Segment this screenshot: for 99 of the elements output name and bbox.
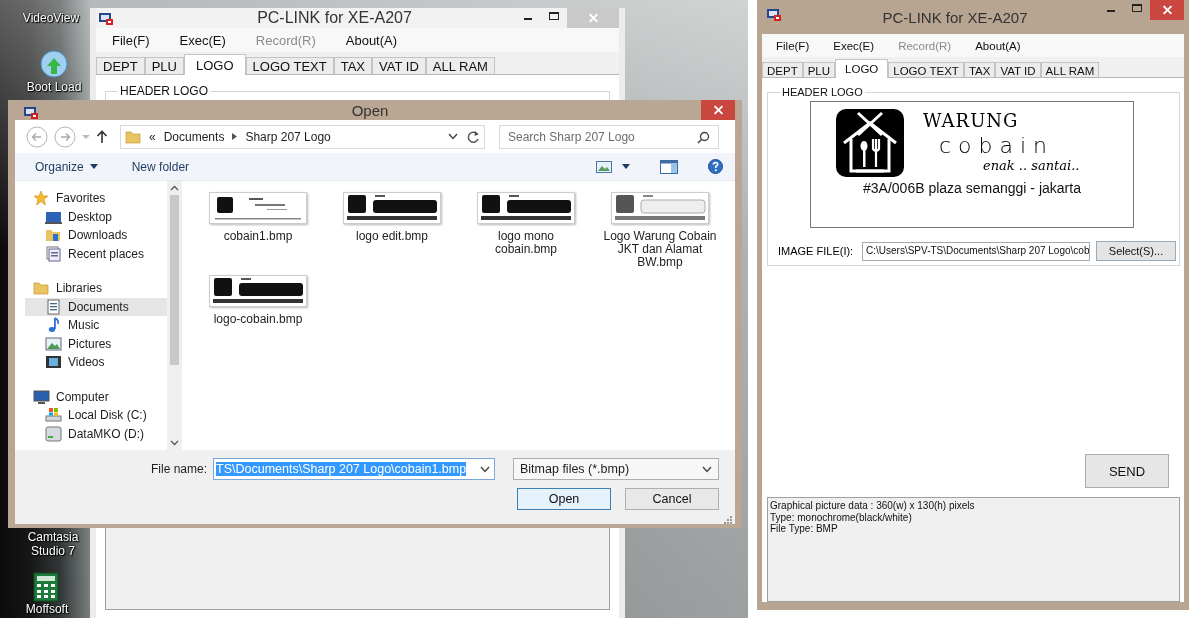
desktop-icon-label[interactable]: Camtasia Studio 7 bbox=[16, 530, 90, 558]
tab[interactable]: DEPT bbox=[96, 57, 145, 74]
open-button[interactable]: Open bbox=[517, 488, 611, 510]
group-title: HEADER LOGO bbox=[781, 86, 864, 98]
nav-item[interactable]: Favorites bbox=[25, 189, 167, 208]
caret-icon bbox=[702, 465, 712, 473]
file-item[interactable]: logo-cobain.bmp bbox=[191, 275, 325, 358]
breadcrumb-item[interactable]: « bbox=[149, 129, 156, 144]
menu-item[interactable]: File(F) bbox=[112, 32, 150, 48]
info-line: File Type: BMP bbox=[770, 523, 839, 535]
close-button[interactable] bbox=[701, 100, 735, 120]
nav-item[interactable]: Desktop bbox=[25, 207, 167, 226]
logo-address: #3A/006B plaza semanggi - jakarta bbox=[863, 180, 1081, 196]
tab[interactable]: LOGO TEXT bbox=[888, 62, 964, 77]
file-type-dropdown[interactable]: Bitmap files (*.bmp) bbox=[513, 458, 719, 480]
toolbar-button[interactable]: New folder bbox=[131, 159, 190, 174]
file-item[interactable]: Logo Warung Cobain JKT dan Alamat BW.bmp bbox=[593, 192, 727, 275]
resize-grip-icon bbox=[724, 516, 732, 524]
nav-item[interactable]: Documents bbox=[25, 297, 167, 316]
address-bar[interactable]: « Documents Sharp 207 Logo bbox=[120, 124, 485, 149]
info-line: Graphical picture data : 360(w) x 130(h) pixels bbox=[770, 500, 976, 512]
star-icon bbox=[33, 190, 50, 207]
drive-icon bbox=[45, 425, 62, 442]
tab[interactable]: PLU bbox=[802, 62, 836, 77]
toolbar-button[interactable]: Organize bbox=[35, 159, 98, 174]
view-icon[interactable] bbox=[596, 160, 612, 173]
tab[interactable]: PLU bbox=[144, 57, 184, 74]
preview-pane-icon[interactable] bbox=[660, 159, 678, 174]
menu-item[interactable]: Exec(E) bbox=[179, 32, 226, 48]
film-icon bbox=[45, 354, 62, 371]
nav-item[interactable]: Local Disk (C:) bbox=[25, 406, 167, 425]
nav-item[interactable]: Downloads bbox=[25, 226, 167, 245]
breadcrumb-item[interactable]: Documents bbox=[163, 129, 225, 144]
send-button[interactable]: SEND bbox=[1085, 454, 1169, 488]
tab[interactable]: LOGO bbox=[183, 54, 246, 75]
tab[interactable]: DEPT bbox=[762, 62, 803, 77]
field-label: File name: bbox=[150, 462, 207, 476]
group-title: HEADER LOGO bbox=[119, 84, 210, 98]
tab[interactable]: VAT ID bbox=[372, 57, 426, 74]
search-icon bbox=[697, 130, 710, 144]
document-icon bbox=[45, 298, 62, 315]
up-arrow-icon[interactable] bbox=[96, 129, 108, 144]
caret-icon[interactable] bbox=[480, 465, 490, 473]
menu-item[interactable]: About(A) bbox=[975, 39, 1021, 52]
nav-item[interactable]: Pictures bbox=[25, 334, 167, 353]
desktop-icon-label[interactable]: Moffsoft bbox=[25, 602, 69, 616]
tab[interactable]: ALL RAM bbox=[1040, 62, 1100, 77]
nav-item[interactable]: Recent places bbox=[25, 244, 167, 263]
info-line: Type: monochrome(black/white) bbox=[770, 511, 913, 523]
folder-icon bbox=[125, 129, 141, 144]
tab[interactable]: ALL RAM bbox=[425, 57, 495, 74]
tab[interactable]: TAX bbox=[963, 62, 996, 77]
chevron-icon bbox=[232, 133, 238, 140]
logo-text: WARUNG bbox=[923, 110, 1020, 131]
nav-item[interactable]: DataMKO (D:) bbox=[25, 424, 167, 443]
desktop-icon-label[interactable]: Boot Load bbox=[26, 80, 82, 94]
menu-item[interactable]: File(F) bbox=[776, 39, 810, 52]
drive-icon bbox=[45, 407, 62, 424]
tab[interactable]: TAX bbox=[333, 57, 373, 74]
scroll-down-icon[interactable] bbox=[170, 440, 179, 446]
menu-item[interactable]: Exec(E) bbox=[833, 39, 875, 52]
select-button[interactable]: Select(S)... bbox=[1096, 241, 1176, 261]
close-button[interactable] bbox=[1150, 0, 1184, 20]
upload-icon bbox=[38, 50, 70, 80]
image-file-field[interactable]: C:\Users\SPV-TS\Documents\Sharp 207 Logo\cob bbox=[862, 241, 1090, 261]
tab[interactable]: LOGO TEXT bbox=[245, 57, 334, 74]
picture-icon bbox=[45, 335, 62, 352]
search-field[interactable]: Search Sharp 207 Logo bbox=[499, 124, 719, 149]
menu-item[interactable]: About(A) bbox=[345, 32, 398, 48]
folder-icon bbox=[45, 227, 62, 244]
window-title: PC-LINK for XE-A207 bbox=[881, 8, 1029, 26]
caret-icon[interactable] bbox=[622, 164, 630, 169]
caret-icon[interactable] bbox=[448, 133, 458, 140]
logo-text: enak .. santai.. bbox=[983, 158, 1080, 173]
breadcrumb-item[interactable]: Sharp 207 Logo bbox=[245, 129, 331, 144]
restaurant-logo-icon bbox=[836, 109, 904, 177]
logo-text: cobain bbox=[939, 135, 1056, 157]
file-item[interactable]: logo edit.bmp bbox=[325, 192, 459, 275]
app-icon bbox=[766, 8, 782, 22]
scrollbar-thumb[interactable] bbox=[170, 195, 179, 365]
nav-item[interactable]: Videos bbox=[25, 353, 167, 372]
help-icon[interactable] bbox=[708, 159, 723, 174]
cancel-button[interactable]: Cancel bbox=[625, 488, 719, 510]
document-stack-icon bbox=[45, 245, 62, 262]
tab[interactable]: LOGO bbox=[835, 59, 889, 78]
window-title: Open bbox=[350, 101, 390, 119]
nav-item[interactable]: Music bbox=[25, 316, 167, 335]
desktop-icon-label[interactable]: VideoView bbox=[22, 11, 80, 25]
window-title: PC-LINK for XE-A207 bbox=[256, 9, 413, 27]
file-item[interactable]: cobain1.bmp bbox=[191, 192, 325, 275]
scroll-up-icon[interactable] bbox=[170, 185, 179, 191]
nav-item[interactable]: Computer bbox=[25, 387, 167, 406]
refresh-icon[interactable] bbox=[466, 129, 480, 144]
monitor-icon bbox=[33, 388, 50, 405]
field-label: IMAGE FILE(I): bbox=[778, 245, 855, 257]
app-icon bbox=[98, 12, 114, 26]
file-item[interactable]: logo mono cobain.bmp bbox=[459, 192, 593, 275]
nav-item[interactable]: Libraries bbox=[25, 279, 167, 298]
tab[interactable]: VAT ID bbox=[995, 62, 1041, 77]
